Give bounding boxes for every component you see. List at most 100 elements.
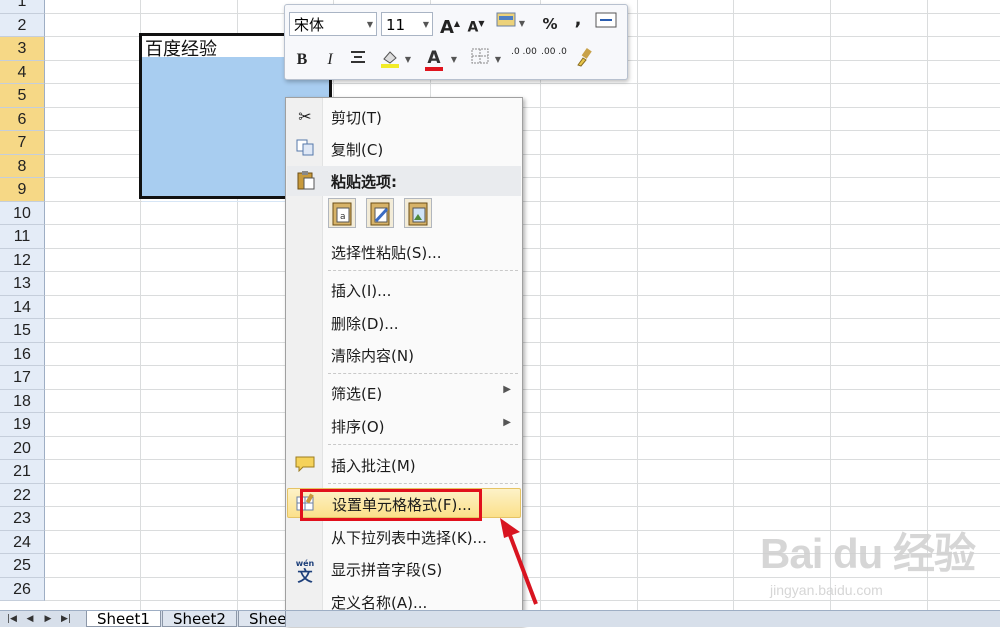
svg-text:a: a: [340, 212, 346, 222]
chevron-down-icon: ▼: [422, 20, 429, 29]
border-grid-icon: [471, 48, 489, 64]
first-sheet-icon[interactable]: |◀: [4, 612, 20, 626]
mini-toolbar: 宋体 ▼ 11 ▼ A▲ A▼ ▼ % , B I ▼ A ▼ ▼ .0 .00…: [284, 4, 628, 80]
increase-decimal-button[interactable]: .0 .00: [511, 47, 537, 73]
row-header[interactable]: 24: [0, 530, 45, 554]
column-gridline: [733, 0, 734, 610]
row-header[interactable]: 4: [0, 60, 45, 84]
paste-format-icon: [370, 202, 390, 226]
row-header[interactable]: 8: [0, 154, 45, 178]
font-color-button[interactable]: A: [421, 45, 447, 71]
paste-values-button[interactable]: a: [328, 198, 356, 228]
menu-item-label: 复制(C): [331, 141, 384, 159]
percent-style-button[interactable]: %: [537, 11, 563, 37]
grow-font-icon: A: [439, 17, 454, 38]
menu-separator: [328, 270, 518, 271]
baidu-logo: Bai du 经验: [760, 530, 976, 577]
row-header[interactable]: 17: [0, 366, 45, 390]
menu-separator: [328, 373, 518, 374]
row-header[interactable]: 7: [0, 131, 45, 155]
chevron-down-icon: ▼: [366, 20, 373, 29]
chevron-down-icon[interactable]: ▼: [493, 47, 503, 73]
row-header[interactable]: 14: [0, 295, 45, 319]
row-header[interactable]: 23: [0, 507, 45, 531]
row-header[interactable]: 9: [0, 178, 45, 202]
row-header[interactable]: 16: [0, 342, 45, 366]
menu-item-label: 删除(D)...: [331, 315, 399, 333]
row-header[interactable]: 25: [0, 554, 45, 578]
merge-cells-icon: [595, 12, 617, 28]
sheet-tab-3[interactable]: Shee: [238, 611, 286, 627]
row-header[interactable]: 20: [0, 436, 45, 460]
format-painter-button[interactable]: [571, 47, 597, 73]
row-header[interactable]: 15: [0, 319, 45, 343]
merge-center-button[interactable]: [593, 11, 619, 37]
borders-button[interactable]: [467, 47, 493, 73]
column-gridline: [830, 0, 831, 610]
column-gridline: [927, 0, 928, 610]
row-header[interactable]: 13: [0, 272, 45, 296]
menu-item-sort[interactable]: 排序(O) ▶: [287, 411, 521, 441]
comma-style-button[interactable]: ,: [565, 7, 591, 33]
row-header[interactable]: 5: [0, 84, 45, 108]
sheet-tab-bar: |◀ ◀ ▶ ▶| Sheet1 Sheet2 Shee: [0, 610, 1000, 627]
row-header[interactable]: 26: [0, 577, 45, 601]
menu-item-copy[interactable]: 复制(C): [287, 134, 521, 164]
menu-item-show-phonetic[interactable]: wén 文 显示拼音字段(S): [287, 554, 521, 584]
font-name-box[interactable]: 宋体 ▼: [289, 12, 377, 36]
scissors-icon: ✂: [298, 107, 312, 126]
menu-separator: [328, 483, 518, 484]
chevron-down-icon[interactable]: ▼: [403, 47, 413, 73]
watermark-url: jingyan.baidu.com: [770, 582, 883, 598]
row-header[interactable]: 21: [0, 460, 45, 484]
menu-item-label: 剪切(T): [331, 109, 382, 127]
paintbrush-icon: [577, 48, 592, 67]
font-size-value: 11: [386, 16, 406, 34]
row-header[interactable]: 11: [0, 225, 45, 249]
menu-separator: [328, 444, 518, 445]
grow-font-button[interactable]: A▲: [437, 11, 463, 38]
increase-decimal-icon: .0 .00: [511, 47, 537, 57]
menu-item-delete[interactable]: 删除(D)...: [287, 308, 521, 338]
row-header[interactable]: 12: [0, 248, 45, 272]
row-header[interactable]: 10: [0, 201, 45, 225]
sheet-tab-1[interactable]: Sheet1: [86, 611, 161, 627]
menu-item-filter[interactable]: 筛选(E) ▶: [287, 378, 521, 408]
chevron-down-icon[interactable]: ▼: [449, 47, 459, 73]
menu-item-label: 选择性粘贴(S)...: [331, 244, 442, 262]
phonetic-guide-icon: wén 文: [295, 559, 315, 585]
menu-item-insert-comment[interactable]: 插入批注(M): [287, 450, 521, 480]
next-sheet-icon[interactable]: ▶: [40, 612, 56, 626]
menu-item-cut[interactable]: ✂ 剪切(T): [287, 102, 521, 132]
row-header[interactable]: 2: [0, 13, 45, 37]
format-painter-table-button[interactable]: [493, 11, 519, 37]
row-header[interactable]: 19: [0, 413, 45, 437]
paste-picture-button[interactable]: [404, 198, 432, 228]
align-center-button[interactable]: [345, 47, 371, 73]
menu-item-paste-special[interactable]: 选择性粘贴(S)...: [287, 237, 521, 267]
chevron-down-icon[interactable]: ▼: [517, 11, 527, 37]
bold-button[interactable]: B: [289, 47, 315, 73]
menu-item-insert[interactable]: 插入(I)...: [287, 275, 521, 305]
font-size-box[interactable]: 11 ▼: [381, 12, 433, 36]
menu-item-label: 插入批注(M): [331, 457, 416, 475]
baidu-watermark: Bai du 经验 jingyan.baidu.com: [760, 520, 1000, 610]
last-sheet-icon[interactable]: ▶|: [58, 612, 74, 626]
row-header[interactable]: 6: [0, 107, 45, 131]
shrink-font-button[interactable]: A▼: [463, 11, 489, 37]
paste-formatting-button[interactable]: [366, 198, 394, 228]
menu-item-label: 从下拉列表中选择(K)...: [331, 529, 487, 547]
menu-item-pick-from-list[interactable]: 从下拉列表中选择(K)...: [287, 522, 521, 552]
row-header[interactable]: 18: [0, 389, 45, 413]
menu-item-clear-contents[interactable]: 清除内容(N): [287, 340, 521, 370]
align-center-icon: [351, 51, 365, 63]
row-header[interactable]: 1: [0, 0, 45, 14]
row-header[interactable]: 3: [0, 37, 45, 61]
fill-color-button[interactable]: [377, 47, 403, 73]
decrease-decimal-button[interactable]: .00 .0: [541, 47, 567, 73]
row-header[interactable]: 22: [0, 483, 45, 507]
prev-sheet-icon[interactable]: ◀: [22, 612, 38, 626]
italic-button[interactable]: I: [317, 47, 343, 73]
sheet-tab-2[interactable]: Sheet2: [162, 611, 237, 627]
clipboard-icon: [293, 170, 317, 192]
